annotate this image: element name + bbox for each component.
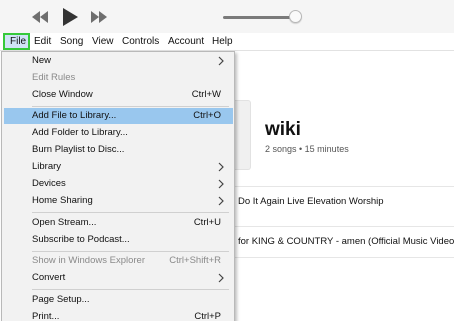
chevron-right-icon xyxy=(218,179,224,189)
menu-item-convert[interactable]: Convert xyxy=(4,270,233,286)
menu-song[interactable]: Song xyxy=(60,35,83,49)
menu-item-label: Add Folder to Library... xyxy=(32,127,128,138)
chevron-right-icon xyxy=(218,273,224,283)
menu-item-label: Page Setup... xyxy=(32,294,90,305)
menu-item-label: Close Window xyxy=(32,89,93,100)
menu-item-label: Open Stream... xyxy=(32,217,97,228)
menu-item-label: Subscribe to Podcast... xyxy=(32,234,130,245)
menu-item-shortcut: Ctrl+Shift+R xyxy=(169,255,221,266)
player-toolbar xyxy=(0,0,454,33)
track-divider xyxy=(234,257,454,259)
menu-separator xyxy=(32,289,229,290)
menu-item-devices[interactable]: Devices xyxy=(4,176,233,192)
menu-item-show-in-explorer[interactable]: Show in Windows Explorer Ctrl+Shift+R xyxy=(4,253,233,269)
menu-item-label: Burn Playlist to Disc... xyxy=(32,144,125,155)
menu-item-subscribe-to-podcast[interactable]: Subscribe to Podcast... xyxy=(4,232,233,248)
menu-item-label: Print... xyxy=(32,311,60,321)
menu-item-label: Show in Windows Explorer xyxy=(32,255,145,266)
fast-forward-icon[interactable] xyxy=(89,6,109,28)
menu-item-add-folder-to-library[interactable]: Add Folder to Library... xyxy=(4,125,233,141)
chevron-right-icon xyxy=(218,196,224,206)
menu-separator xyxy=(32,106,229,107)
menu-item-new[interactable]: New xyxy=(4,53,233,69)
menu-help[interactable]: Help xyxy=(212,35,233,49)
menu-item-library[interactable]: Library xyxy=(4,159,233,175)
menu-item-shortcut: Ctrl+P xyxy=(194,311,221,321)
menu-item-label: Convert xyxy=(32,272,66,283)
menu-account[interactable]: Account xyxy=(168,35,204,49)
menu-separator xyxy=(32,212,229,213)
chevron-right-icon xyxy=(218,162,224,172)
menu-item-label: Devices xyxy=(32,178,66,189)
volume-slider-track[interactable] xyxy=(223,16,296,19)
playlist-title: wiki xyxy=(265,119,301,140)
menu-file[interactable]: File xyxy=(3,33,30,50)
volume-slider-knob[interactable] xyxy=(289,10,302,23)
file-menu-dropdown: New Edit Rules Close Window Ctrl+W Add F… xyxy=(1,51,235,321)
menu-item-label: Home Sharing xyxy=(32,195,93,206)
track-row[interactable]: for KING & COUNTRY - amen (Official Musi… xyxy=(234,226,454,256)
menu-view[interactable]: View xyxy=(92,35,114,49)
menu-item-open-stream[interactable]: Open Stream... Ctrl+U xyxy=(4,215,233,231)
track-row[interactable]: Do It Again Live Elevation Worship xyxy=(234,186,454,216)
menu-item-close-window[interactable]: Close Window Ctrl+W xyxy=(4,87,233,103)
menu-item-label: Library xyxy=(32,161,62,172)
menu-bar: File Edit Song View Controls Account Hel… xyxy=(0,33,454,51)
chevron-right-icon xyxy=(218,56,224,66)
menu-item-edit-rules[interactable]: Edit Rules xyxy=(4,70,233,86)
menu-separator xyxy=(32,251,229,252)
menu-item-label: New xyxy=(32,55,52,66)
menu-item-home-sharing[interactable]: Home Sharing xyxy=(4,193,233,209)
menu-item-add-file-to-library[interactable]: Add File to Library... Ctrl+O xyxy=(4,108,233,124)
rewind-icon[interactable] xyxy=(30,6,50,28)
menu-item-label: Add File to Library... xyxy=(32,110,117,121)
menu-item-burn-playlist[interactable]: Burn Playlist to Disc... xyxy=(4,142,233,158)
play-icon[interactable] xyxy=(60,6,80,28)
menu-controls[interactable]: Controls xyxy=(122,35,159,49)
menu-item-shortcut: Ctrl+W xyxy=(191,89,221,100)
playlist-meta: 2 songs • 15 minutes xyxy=(265,144,349,154)
menu-edit[interactable]: Edit xyxy=(34,35,51,49)
menu-item-shortcut: Ctrl+O xyxy=(193,110,221,121)
menu-item-print[interactable]: Print... Ctrl+P xyxy=(4,309,233,321)
menu-item-shortcut: Ctrl+U xyxy=(193,217,221,228)
menu-item-page-setup[interactable]: Page Setup... xyxy=(4,292,233,308)
menu-item-label: Edit Rules xyxy=(32,72,76,83)
